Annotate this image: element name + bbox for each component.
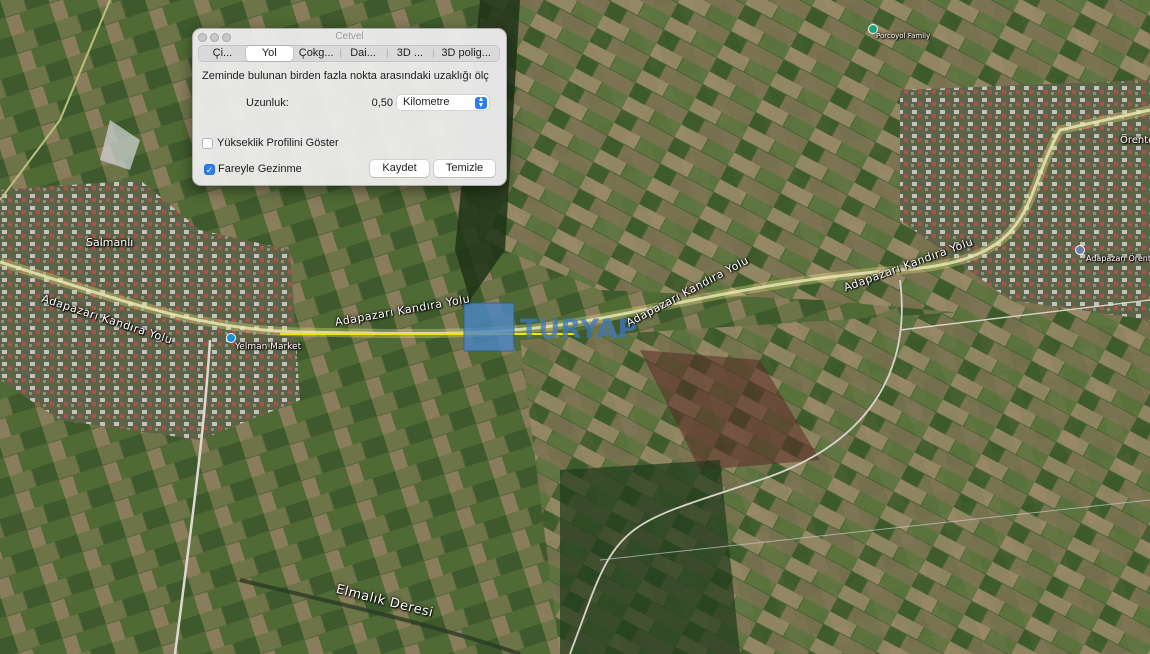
place-orente[interactable]: Örente [1120,135,1150,146]
elevation-profile-label[interactable]: Yükseklik Profilini Göster [217,137,339,149]
tab-3d-path[interactable]: 3D ... [386,46,434,61]
save-button[interactable]: Kaydet [370,160,429,177]
updown-chevron-icon: ▲ ▼ [475,96,487,109]
unit-select[interactable]: Kilometre ▲ ▼ [397,95,489,110]
ruler-description: Zeminde bulunan birden fazla nokta arası… [202,70,489,82]
watermark-text: TURYAP [520,314,637,345]
unit-select-value: Kilometre [403,96,450,108]
tab-line[interactable]: Çi... [199,46,246,61]
mouse-nav-label[interactable]: Fareyle Gezinme [218,163,302,175]
clear-button[interactable]: Temizle [434,160,495,177]
tab-polygon[interactable]: Çokg... [293,46,340,61]
place-yelman-market[interactable]: Yelman Market [235,342,301,352]
place-pin-icon[interactable] [1075,245,1085,255]
elevation-profile-checkbox[interactable] [202,138,213,149]
tab-path[interactable]: Yol [245,46,293,61]
tab-circle[interactable]: Dai... [339,46,387,61]
length-value: 0,50 [371,97,393,109]
place-adapazari-orente[interactable]: Adapazarı Örente [1086,254,1150,263]
place-porcoyol[interactable]: Porcoyol Family [876,32,930,40]
tab-3d-polygon[interactable]: 3D polig... [433,46,499,61]
ruler-tabs: Çi... Yol Çokg... Dai... 3D ... 3D polig… [198,45,500,62]
ruler-titlebar[interactable]: Cetvel [193,29,506,45]
checkmark-icon: ✓ [205,165,214,175]
ruler-title: Cetvel [335,31,364,42]
mouse-nav-checkbox[interactable]: ✓ [204,164,215,175]
ruler-panel: Cetvel Çi... Yol Çokg... Dai... 3D ... 3… [192,28,507,186]
place-salmanli[interactable]: Salmanlı [86,236,133,249]
satellite-map[interactable]: TURYAP [0,0,1150,654]
length-label: Uzunluk: [246,97,289,109]
